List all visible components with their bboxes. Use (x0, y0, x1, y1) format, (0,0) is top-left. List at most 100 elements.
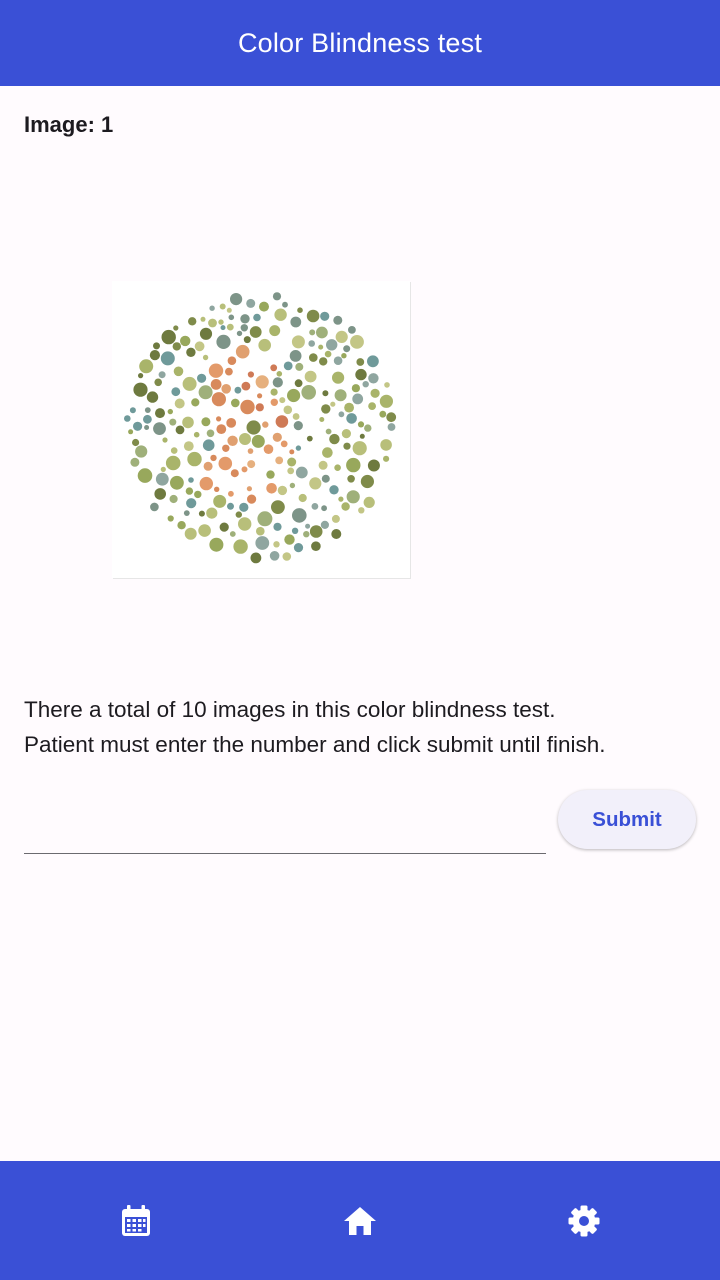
plate-dot (256, 526, 265, 536)
submit-button[interactable]: Submit (558, 790, 696, 849)
plate-dot (292, 508, 307, 523)
plate-dot (346, 413, 357, 424)
plate-dot (146, 391, 159, 403)
plate-dot (368, 373, 379, 384)
plate-dot (329, 433, 340, 445)
plate-dot (202, 439, 215, 451)
ishihara-plate (124, 292, 397, 564)
plate-dot (370, 388, 380, 398)
plate-dot (309, 329, 316, 336)
plate-dot (246, 420, 261, 435)
plate-dot (259, 301, 269, 312)
plate-dot (295, 445, 302, 451)
plate-dot (214, 486, 220, 492)
plate-dot (184, 527, 197, 540)
plate-dot (325, 428, 332, 435)
plate-dot (144, 425, 150, 430)
plate-dot (272, 377, 283, 388)
plate-dot (303, 531, 310, 538)
plate-dot (294, 379, 303, 388)
plate-dot (352, 393, 364, 405)
plate-dot (263, 444, 274, 454)
plate-dot (386, 412, 397, 423)
instructions-text: There a total of 10 images in this color… (24, 692, 704, 762)
plate-dot (255, 536, 270, 550)
plate-dot (174, 398, 185, 409)
plate-dot (173, 366, 184, 377)
plate-dot (177, 521, 186, 530)
plate-dot (270, 398, 278, 406)
plate-dot (379, 410, 387, 418)
plate-dot (346, 457, 361, 473)
plate-dot (183, 510, 190, 516)
plate-dot (246, 486, 252, 492)
plate-dot (193, 431, 200, 438)
nav-calendar-button[interactable] (116, 1201, 156, 1241)
plate-dot (226, 418, 237, 428)
plate-dot (124, 415, 131, 422)
plate-dot (341, 353, 347, 359)
nav-home-button[interactable] (340, 1201, 380, 1241)
plate-dot (298, 493, 307, 503)
plate-dot (301, 385, 316, 400)
plate-dot (357, 421, 365, 428)
plate-dot (227, 435, 238, 446)
plate-dot (218, 319, 224, 325)
bottom-nav (0, 1161, 720, 1280)
plate-dot (255, 403, 264, 412)
plate-dot (269, 325, 281, 337)
nav-settings-button[interactable] (564, 1201, 604, 1241)
plate-dot (194, 490, 202, 499)
plate-dot (322, 447, 333, 458)
plate-dot (282, 301, 288, 308)
plate-dot (216, 334, 231, 349)
plate-dot (331, 529, 342, 539)
plate-dot (318, 344, 324, 350)
plate-dot (309, 353, 318, 362)
plate-dot (334, 389, 347, 402)
plate-dot (203, 461, 213, 471)
plate-dot (222, 444, 230, 452)
plate-dot (306, 309, 320, 323)
plate-dot (206, 507, 218, 519)
plate-dot (308, 340, 315, 347)
plate-dot (272, 292, 282, 301)
plate-dot (338, 411, 345, 418)
plate-dot (277, 485, 288, 496)
gear-icon (568, 1205, 600, 1237)
plate-dot (347, 475, 355, 483)
plate-dot (213, 494, 227, 508)
plate-dot (165, 455, 181, 471)
plate-dot (320, 520, 329, 529)
plate-dot (359, 433, 365, 439)
plate-dot (216, 424, 227, 434)
plate-dot (188, 477, 194, 483)
plate-dot (360, 474, 374, 489)
plate-dot (280, 440, 288, 448)
plate-dot (333, 315, 343, 325)
calendar-icon (122, 1205, 150, 1236)
plate-dot (211, 392, 226, 407)
plate-dot (322, 390, 329, 397)
plate-dot (210, 379, 222, 390)
plate-dot (343, 345, 351, 353)
plate-dot (320, 311, 330, 321)
plate-dot (250, 552, 262, 564)
plate-dot (333, 356, 343, 365)
plate-dot (275, 456, 284, 465)
plate-dot (240, 314, 250, 324)
plate-dot (338, 496, 344, 502)
answer-input[interactable] (24, 798, 546, 854)
app-title: Color Blindness test (237, 27, 483, 58)
plate-dot (266, 483, 277, 494)
plate-dot (368, 402, 376, 410)
plate-dot (273, 522, 282, 531)
instructions-line-1: There a total of 10 images in this color… (24, 697, 556, 722)
plate-dot (331, 514, 340, 523)
plate-dot (295, 466, 308, 479)
plate-dot (247, 494, 257, 504)
plate-dot (276, 371, 283, 377)
plate-dot (169, 418, 177, 426)
plate-dot (287, 457, 297, 467)
plate-dot (235, 344, 250, 359)
